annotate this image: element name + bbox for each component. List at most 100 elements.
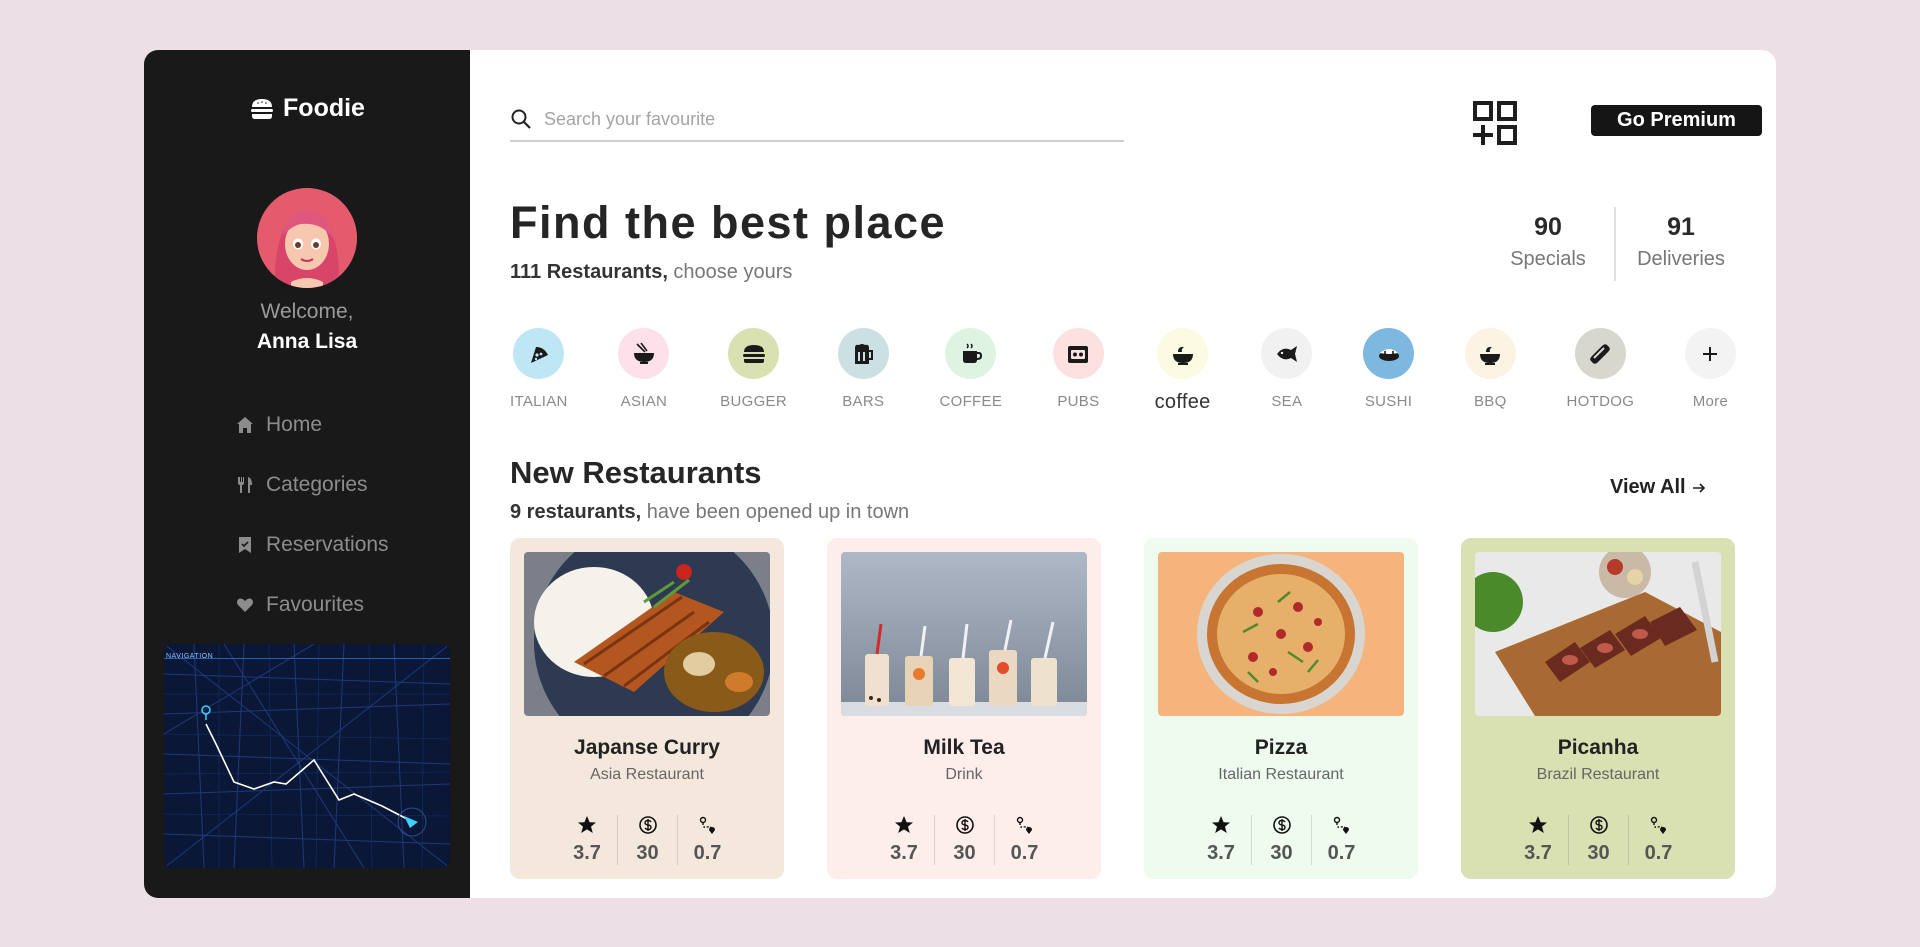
utensils-icon: [238, 477, 252, 493]
avatar[interactable]: [257, 188, 357, 288]
price-value: 30: [953, 842, 976, 864]
search-input[interactable]: [544, 108, 1104, 130]
sidebar-item-categories[interactable]: Categories: [236, 455, 389, 515]
view-all-link[interactable]: View All: [1610, 476, 1706, 499]
category-icon-circle: [1574, 328, 1626, 379]
stat-deliveries[interactable]: 91 Deliveries: [1614, 207, 1746, 281]
restaurant-card[interactable]: Picanha Brazil Restaurant 3.7 30 0.7: [1461, 538, 1735, 879]
category-pubs[interactable]: PUBS: [1052, 328, 1104, 414]
distance-value: 0.7: [1644, 842, 1673, 864]
bbq-icon: [1480, 346, 1501, 365]
sidebar-item-favourites[interactable]: Favourites: [236, 575, 389, 635]
distance-stat: 0.7: [994, 815, 1054, 865]
price-stat: 30: [617, 815, 677, 865]
restaurant-type: Asia Restaurant: [590, 766, 704, 783]
category-bugger[interactable]: BUGGER: [720, 328, 787, 414]
restaurant-type: Brazil Restaurant: [1536, 766, 1660, 783]
sidebar-item-home[interactable]: Home: [236, 395, 389, 455]
category-bars[interactable]: BARS: [837, 328, 889, 414]
home-icon: [237, 417, 253, 433]
restaurant-stats: 3.7 30 0.7: [1508, 815, 1688, 865]
apps-grid-icon: [1473, 101, 1517, 145]
star-icon: [1529, 816, 1547, 833]
navigation-map[interactable]: NAVIGATION: [164, 644, 450, 868]
restaurant-image: [1475, 552, 1721, 716]
category-icon-circle: [1261, 328, 1313, 379]
restaurant-stats: 3.7 30 0.7: [874, 815, 1054, 865]
category-coffee[interactable]: COFFEE: [939, 328, 1002, 414]
dollar-icon: [955, 816, 974, 834]
category-list: ITALIAN ASIAN BUGGER BARS COFFEE PUBS co…: [510, 328, 1736, 414]
price-stat: 30: [1568, 815, 1628, 865]
category-italian[interactable]: ITALIAN: [510, 328, 568, 414]
sidebar-item-label: Favourites: [266, 593, 365, 616]
category-icon-circle: [1464, 328, 1516, 379]
restaurant-stats: 3.7 30 0.7: [1191, 815, 1371, 865]
stat-specials[interactable]: 90 Specials: [1482, 207, 1614, 281]
section-title: New Restaurants: [510, 455, 762, 490]
star-icon: [1212, 816, 1230, 833]
curry-photo: [524, 552, 770, 716]
category-label: COFFEE: [939, 393, 1003, 410]
category-bbq[interactable]: BBQ: [1464, 328, 1516, 414]
restaurant-image: [524, 552, 770, 716]
main-content: Go Premium Find the best place 111 Resta…: [470, 50, 1776, 898]
apps-grid-button[interactable]: [1470, 98, 1522, 150]
stat-label: Deliveries: [1637, 248, 1725, 270]
category-icon-circle: [945, 328, 997, 379]
distance-value: 0.7: [1327, 842, 1356, 864]
pizza-photo: [1158, 552, 1404, 716]
section-subtitle: 9 restaurants, have been opened up in to…: [510, 501, 909, 524]
distance-value: 0.7: [1010, 842, 1039, 864]
price-value: 30: [1270, 842, 1293, 864]
star-icon: [578, 816, 596, 833]
dollar-icon: [1272, 816, 1291, 834]
hotdog-icon: [1590, 343, 1611, 364]
category-label: More: [1692, 393, 1729, 410]
rating-stat: 3.7: [1191, 815, 1251, 865]
dollar-icon: [1589, 816, 1608, 834]
category-label: BARS: [842, 393, 885, 410]
arrow-right-icon: [1692, 482, 1705, 493]
category-more[interactable]: More: [1684, 328, 1736, 414]
price-value: 30: [636, 842, 659, 864]
category-asian[interactable]: ASIAN: [618, 328, 670, 414]
restaurant-type: Drink: [945, 766, 983, 783]
restaurant-image: [841, 552, 1087, 716]
category-label: BBQ: [1474, 393, 1507, 410]
bowl-icon: [633, 342, 654, 364]
category-icon-circle: [728, 328, 780, 379]
restaurant-card[interactable]: Japanse Curry Asia Restaurant 3.7 30 0.7: [510, 538, 784, 879]
bookmark-icon: [239, 537, 251, 553]
category-coffee-2[interactable]: coffee: [1155, 328, 1211, 414]
sidebar-item-label: Home: [266, 413, 323, 436]
rating-value: 3.7: [890, 842, 918, 864]
dollar-icon: [638, 816, 657, 834]
category-sea[interactable]: SEA: [1261, 328, 1313, 414]
category-label: ASIAN: [620, 393, 668, 410]
restaurant-card[interactable]: Milk Tea Drink 3.7 30 0.7: [827, 538, 1101, 879]
logo-text: Foodie: [283, 94, 365, 122]
category-icon-circle: [618, 328, 670, 379]
burger-icon: [742, 344, 765, 363]
restaurant-type: Italian Restaurant: [1218, 766, 1344, 783]
sidebar-item-reservations[interactable]: Reservations: [236, 515, 389, 575]
sidebar: Foodie Welcome, Anna Lisa Home Categorie…: [144, 50, 470, 898]
beer-icon: [855, 343, 874, 364]
price-value: 30: [1587, 842, 1610, 864]
category-label: BUGGER: [720, 393, 787, 410]
price-stat: 30: [934, 815, 994, 865]
milk-tea-photo: [841, 552, 1087, 716]
go-premium-button[interactable]: Go Premium: [1591, 105, 1762, 136]
search-icon[interactable]: [510, 108, 532, 130]
category-hotdog[interactable]: HOTDOG: [1567, 328, 1635, 414]
search-bar: [510, 98, 1124, 142]
logo[interactable]: Foodie: [144, 94, 470, 123]
sushi-icon: [1378, 348, 1399, 361]
route-icon: [699, 816, 715, 834]
user-name: Anna Lisa: [256, 330, 358, 353]
category-label: HOTDOG: [1566, 393, 1635, 410]
category-sushi[interactable]: SUSHI: [1363, 328, 1415, 414]
page-title: Find the best place: [510, 197, 947, 248]
restaurant-card[interactable]: Pizza Italian Restaurant 3.7 30 0.7: [1144, 538, 1418, 879]
